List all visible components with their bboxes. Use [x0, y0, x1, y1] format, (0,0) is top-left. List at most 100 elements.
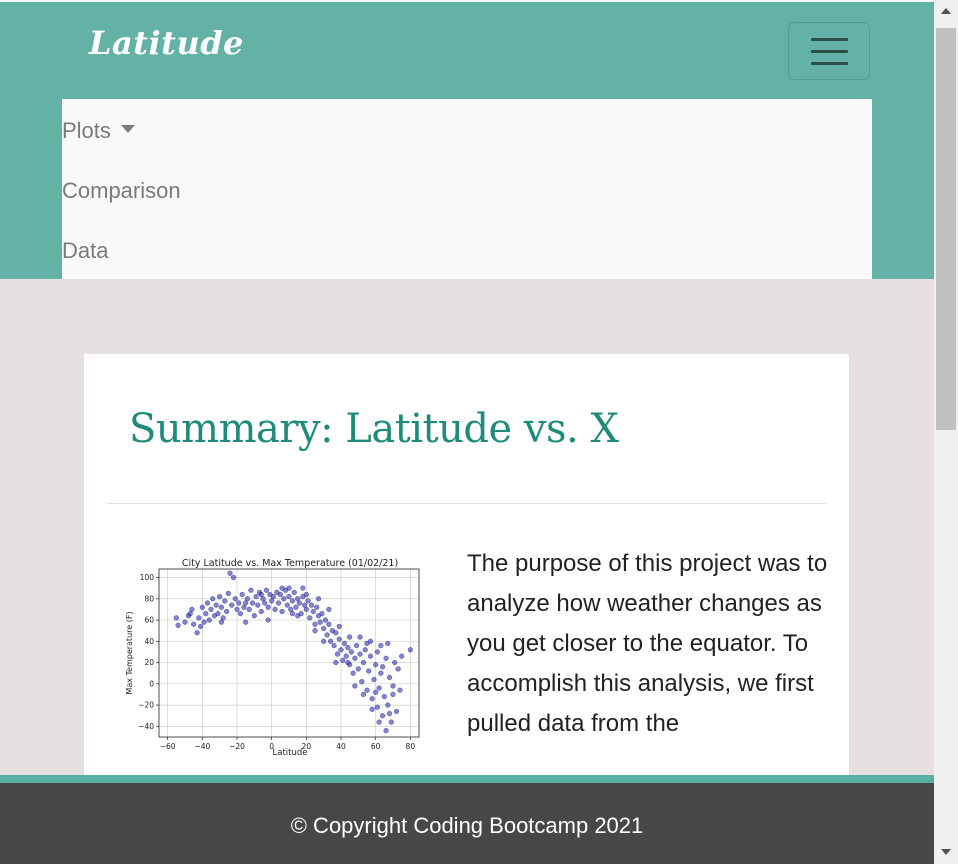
scatter-point — [397, 687, 403, 693]
scatter-point — [395, 666, 401, 672]
scatter-point — [348, 649, 354, 655]
scatter-point — [383, 655, 389, 661]
scatter-point — [340, 657, 346, 663]
footer: © Copyright Coding Bootcamp 2021 — [0, 783, 934, 864]
nav-item-plots[interactable]: Plots — [62, 101, 135, 161]
scatter-point — [243, 600, 249, 606]
scatter-point — [227, 570, 233, 576]
scatter-point — [288, 606, 294, 612]
scatter-point — [234, 606, 240, 612]
y-axis-ticks: −40 −20 0 20 40 60 80 100 — [138, 573, 159, 731]
scatter-point — [291, 589, 297, 595]
temperature-scatter-plot[interactable]: City Latitude vs. Max Temperature (01/02… — [124, 549, 424, 764]
scatter-point — [251, 613, 257, 619]
scroll-down-arrow-icon[interactable] — [941, 849, 951, 855]
page-viewport: Latitude Plots Comparison Data Summary: … — [0, 0, 934, 864]
scatter-point — [392, 660, 398, 666]
scatter-point — [199, 604, 205, 610]
scatter-point — [293, 604, 299, 610]
scatter-point — [224, 608, 230, 615]
hamburger-icon — [811, 38, 848, 41]
scatter-point — [386, 711, 393, 717]
scatter-point — [187, 611, 193, 617]
vertical-scrollbar[interactable] — [934, 0, 958, 864]
scatter-point — [381, 694, 387, 700]
y-tick-label: 40 — [144, 637, 154, 646]
scatter-point — [305, 598, 311, 604]
scatter-point — [355, 666, 361, 672]
scatter-point — [272, 606, 278, 612]
scatter-point — [253, 594, 259, 600]
scatter-point — [360, 660, 367, 666]
nav-item-data[interactable]: Data — [62, 221, 108, 281]
scatter-point — [279, 585, 285, 591]
scatter-point — [333, 630, 339, 636]
scatter-point — [286, 594, 292, 600]
scatter-point — [281, 596, 287, 602]
page-title: Summary: Latitude vs. X — [129, 406, 619, 452]
navbar: Latitude Plots Comparison Data — [0, 2, 934, 279]
scatter-point — [407, 647, 413, 653]
scatter-point — [315, 596, 322, 602]
nav-menu: Plots Comparison Data — [62, 99, 872, 279]
scatter-point — [246, 606, 252, 612]
scatter-point — [189, 606, 195, 612]
scatter-point — [336, 636, 342, 642]
scatter-point — [380, 713, 386, 719]
scatter-point — [229, 602, 235, 608]
footer-copyright: © Copyright Coding Bootcamp 2021 — [290, 813, 644, 838]
y-tick-label: 100 — [140, 573, 155, 582]
scatter-point — [250, 600, 256, 606]
scatter-point — [333, 660, 339, 666]
scatter-point — [326, 621, 332, 627]
scatter-point — [255, 602, 261, 608]
scatter-point — [220, 615, 226, 621]
scatter-point — [357, 634, 363, 640]
scatter-point — [276, 600, 282, 606]
scatter-point — [380, 664, 386, 670]
scatter-point — [222, 598, 228, 604]
scatter-point — [175, 622, 181, 628]
scatter-point — [182, 619, 188, 625]
scatter-point — [366, 668, 372, 674]
scatter-point — [338, 647, 344, 653]
scatter-point — [263, 587, 270, 593]
brand-logo[interactable]: Latitude — [89, 24, 244, 62]
scatter-point — [277, 591, 283, 598]
scatter-point — [373, 689, 379, 695]
scatter-point — [312, 621, 318, 627]
nav-item-label: Data — [62, 238, 109, 263]
x-tick-label: −60 — [160, 742, 176, 751]
scatter-point — [378, 670, 384, 676]
scatter-point — [225, 590, 231, 597]
scatter-point — [230, 574, 237, 581]
scatter-point — [258, 591, 264, 598]
scatter-point — [289, 611, 296, 617]
scatter-point — [374, 649, 380, 655]
nav-item-comparison[interactable]: Comparison — [62, 161, 181, 221]
scatter-point — [352, 683, 358, 689]
scatter-point — [357, 651, 363, 657]
scatter-point — [343, 653, 349, 659]
scatter-point — [352, 655, 358, 661]
scatter-point — [317, 619, 323, 625]
scatter-point — [373, 662, 379, 668]
scrollbar-thumb[interactable] — [936, 28, 956, 430]
x-tick-label: −20 — [229, 742, 245, 751]
menu-toggle-button[interactable] — [788, 22, 870, 80]
scatter-point — [376, 719, 382, 725]
scatter-point — [378, 643, 384, 649]
scroll-up-arrow-icon[interactable] — [941, 8, 951, 14]
scatter-point — [284, 602, 290, 608]
scatter-point — [385, 640, 391, 646]
scatter-point — [300, 585, 306, 591]
scatter-point — [347, 634, 353, 640]
y-tick-label: 20 — [144, 658, 154, 667]
summary-paragraph: The purpose of this project was to analy… — [467, 550, 828, 737]
scatter-point — [364, 687, 370, 693]
scatter-point — [369, 696, 375, 702]
scatter-point — [201, 619, 207, 625]
scatter-point — [336, 623, 342, 629]
hamburger-icon-bar — [811, 62, 848, 65]
x-tick-label: 80 — [406, 742, 416, 751]
